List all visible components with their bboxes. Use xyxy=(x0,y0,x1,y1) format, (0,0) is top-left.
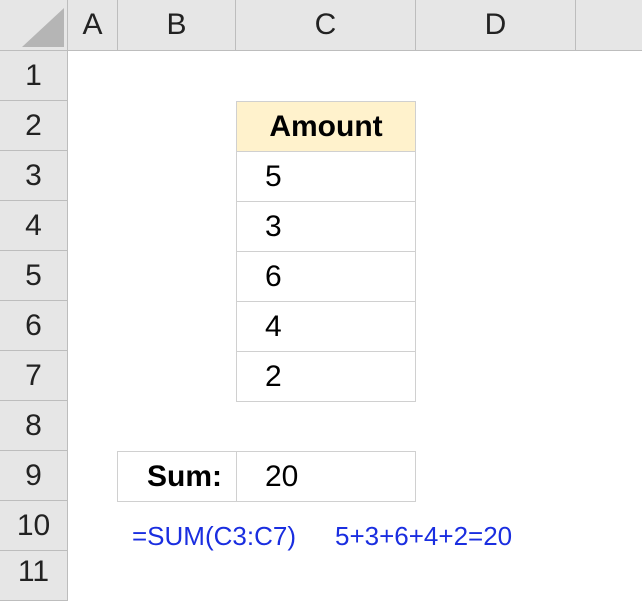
select-all-triangle-icon xyxy=(22,8,64,47)
row-header-6[interactable]: 6 xyxy=(0,301,68,351)
row-header-4[interactable]: 4 xyxy=(0,201,68,251)
sum-value-cell[interactable]: 20 xyxy=(236,451,416,502)
amount-header-cell[interactable]: Amount xyxy=(236,101,416,152)
row-header-8[interactable]: 8 xyxy=(0,401,68,451)
column-header-d[interactable]: D xyxy=(416,0,576,51)
amount-cell-c7[interactable]: 2 xyxy=(236,351,416,402)
row-header-11[interactable]: 11 xyxy=(0,551,68,601)
amount-cell-c5[interactable]: 6 xyxy=(236,251,416,302)
expansion-note: 5+3+6+4+2=20 xyxy=(335,521,513,551)
column-header-b[interactable]: B xyxy=(118,0,236,51)
row-header-9[interactable]: 9 xyxy=(0,451,68,501)
row-header-2[interactable]: 2 xyxy=(0,101,68,151)
amount-cell-c3[interactable]: 5 xyxy=(236,151,416,202)
column-header-a[interactable]: A xyxy=(68,0,118,51)
formula-note: =SUM(C3:C7) xyxy=(132,521,296,551)
row-header-1[interactable]: 1 xyxy=(0,51,68,101)
column-header-e[interactable] xyxy=(576,0,642,51)
row-header-3[interactable]: 3 xyxy=(0,151,68,201)
row-header-7[interactable]: 7 xyxy=(0,351,68,401)
column-header-c[interactable]: C xyxy=(236,0,416,51)
row-header-5[interactable]: 5 xyxy=(0,251,68,301)
sum-label-cell[interactable]: Sum: xyxy=(117,451,237,502)
row-header-10[interactable]: 10 xyxy=(0,501,68,551)
select-all-corner[interactable] xyxy=(0,0,68,51)
amount-cell-c6[interactable]: 4 xyxy=(236,301,416,352)
amount-cell-c4[interactable]: 3 xyxy=(236,201,416,252)
